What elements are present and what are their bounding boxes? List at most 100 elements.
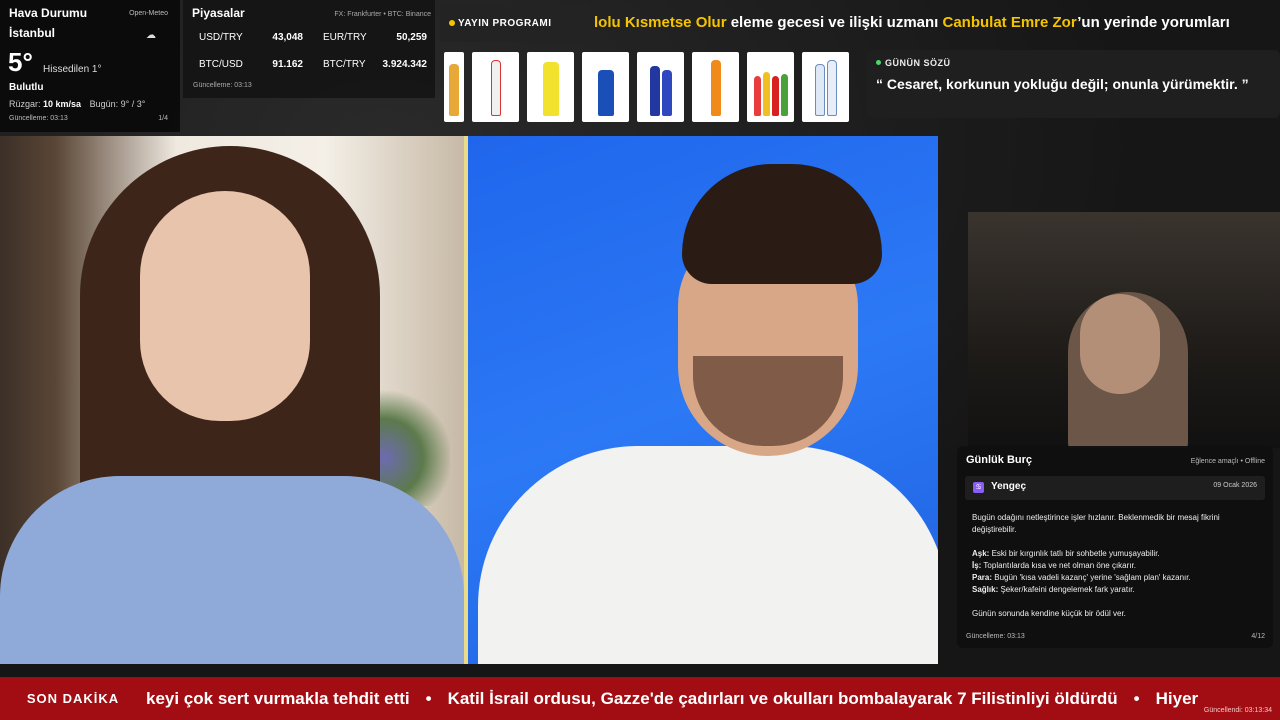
- schedule-marquee: lolu Kısmetse Olur eleme gecesi ve ilişk…: [594, 14, 1280, 34]
- wind-label: Rüzgar:: [9, 99, 41, 109]
- horoscope-money: Para: Bugün 'kısa vadeli kazanç' yerine …: [972, 572, 1262, 584]
- horoscope-date: 09 Ocak 2026: [1213, 482, 1257, 489]
- news-updated: Güncellendi: 03:13:34: [1203, 707, 1272, 714]
- streamer-webcam: [968, 212, 1280, 448]
- can-shape: [597, 70, 614, 116]
- bottle-shape: [710, 60, 721, 116]
- weather-page-indicator: 1/4: [158, 115, 168, 122]
- news-item: Katil İsrail ordusu, Gazze'de çadırları …: [447, 689, 1118, 708]
- market-label: EUR/TRY: [323, 32, 367, 43]
- love-text: Eski bir kırgınlık tatlı bir sohbetle yu…: [989, 549, 1160, 558]
- breaking-news-bar: SON DAKİKA keyi çok sert vurmakla tehdit…: [0, 677, 1280, 720]
- news-item: Hiyer: [1155, 689, 1199, 708]
- markets-widget: Piyasalar FX: Frankfurter • BTC: Binance…: [183, 0, 435, 98]
- quote-of-the-day: GÜNÜN SÖZÜ “ Cesaret, korkunun yokluğu d…: [866, 50, 1280, 118]
- bottle-shape: [449, 64, 459, 116]
- market-row: EUR/TRY 50,259: [323, 32, 427, 43]
- marquee-highlight-guest: Canbulat Emre Zor: [942, 14, 1078, 31]
- video-feed-right: [468, 136, 938, 664]
- market-value: 91.162: [272, 59, 303, 70]
- weather-widget: Hava Durumu Open-Meteo İstanbul ☁ 5° His…: [0, 0, 180, 132]
- weather-updated: Güncelleme: 03:13: [9, 115, 68, 122]
- product-image: [637, 52, 684, 122]
- cloud-icon: ☁: [146, 30, 156, 41]
- bottle-shape: [753, 76, 761, 116]
- product-image: [444, 52, 464, 122]
- zodiac-icon: ♋: [973, 482, 984, 493]
- market-label: USD/TRY: [199, 32, 243, 43]
- bottle-shape: [771, 76, 779, 116]
- weather-source: Open-Meteo: [129, 10, 168, 17]
- person-shirt: [0, 476, 464, 664]
- wind-value: 10 km/sa: [43, 99, 82, 109]
- market-row: BTC/USD 91.162: [199, 59, 303, 70]
- marquee-highlight-show: lolu Kısmetse Olur: [594, 14, 727, 31]
- marquee-text: eleme gecesi ve ilişki uzmanı: [726, 14, 943, 31]
- weather-wind: Rüzgar: 10 km/sa Bugün: 9° / 3°: [9, 99, 145, 109]
- news-separator: •: [425, 689, 432, 708]
- bottle-shape: [542, 62, 559, 116]
- market-row: BTC/TRY 3.924.342: [323, 59, 427, 70]
- market-value: 43,048: [272, 32, 303, 43]
- news-item: keyi çok sert vurmakla tehdit etti: [146, 689, 410, 708]
- bottle-shape: [814, 64, 825, 116]
- market-row: USD/TRY 43,048: [199, 32, 303, 43]
- markets-updated: Güncelleme: 03:13: [193, 82, 252, 89]
- horoscope-updated: Güncelleme: 03:13: [966, 633, 1025, 640]
- bottle-shape: [762, 72, 770, 116]
- weather-temperature: 5°: [8, 47, 33, 77]
- horoscope-closing: Günün sonunda kendine küçük bir ödül ver…: [972, 609, 1126, 618]
- news-separator: •: [1133, 689, 1140, 708]
- product-image: [527, 52, 574, 122]
- streamer-head: [1080, 294, 1160, 394]
- zodiac-sign: Yengeç: [991, 481, 1027, 492]
- product-image: [582, 52, 629, 122]
- breaking-news-label: SON DAKİKA: [26, 691, 120, 706]
- money-text: Bugün 'kısa vadeli kazanç' yerine 'sağla…: [992, 573, 1191, 582]
- today-label: Bugün:: [89, 99, 119, 109]
- bottle-shape: [780, 74, 788, 116]
- schedule-text: YAYIN PROGRAMI: [458, 17, 552, 29]
- horoscope-body: Bugün odağını netleştirince işler hızlan…: [972, 512, 1262, 620]
- person-face: [140, 191, 310, 421]
- market-label: BTC/USD: [199, 59, 243, 70]
- broadcast-schedule-label: YAYIN PROGRAMI: [440, 4, 590, 42]
- news-ticker: keyi çok sert vurmakla tehdit etti • Katil…: [146, 677, 1280, 720]
- health-text: Şeker/kafeini dengelemek fark yaratır.: [998, 585, 1135, 594]
- bottle-shape: [826, 60, 837, 116]
- horoscope-work: İş: Toplantılarda kısa ve net olman öne …: [972, 560, 1262, 572]
- bottle-shape: [649, 66, 660, 116]
- marquee-text-end: ’un yerinde yorumları: [1077, 14, 1230, 31]
- horoscope-health: Sağlık: Şeker/kafeini dengelemek fark ya…: [972, 584, 1262, 596]
- today-value: 9° / 3°: [120, 99, 146, 109]
- health-label: Sağlık:: [972, 585, 999, 594]
- market-value: 3.924.342: [382, 59, 428, 70]
- bottle-shape: [661, 70, 672, 116]
- quote-label: GÜNÜN SÖZÜ: [876, 58, 1270, 68]
- love-label: Aşk:: [972, 549, 990, 558]
- bottle-shape: [490, 60, 501, 116]
- sponsor-product-strip: [444, 52, 850, 122]
- horoscope-page-indicator: 4/12: [1251, 633, 1265, 640]
- live-dot-icon: [449, 20, 455, 26]
- quote-text: “ Cesaret, korkunun yokluğu değil; onunl…: [876, 76, 1249, 92]
- horoscope-sign-card: ♋ Yengeç 09 Ocak 2026: [965, 476, 1265, 500]
- horoscope-meta: Eğlence amaçlı • Offline: [1190, 458, 1265, 465]
- weather-condition: Bulutlu: [9, 82, 44, 93]
- weather-feels-like: Hissedilen 1°: [43, 64, 102, 75]
- market-value: 50,259: [396, 32, 427, 43]
- video-feed-left: [0, 136, 464, 664]
- horoscope-intro: Bugün odağını netleştirince işler hızlan…: [972, 513, 1220, 534]
- product-image: [747, 52, 794, 122]
- market-label: BTC/TRY: [323, 59, 366, 70]
- product-image: [802, 52, 849, 122]
- markets-source: FX: Frankfurter • BTC: Binance: [334, 11, 431, 18]
- work-label: İş:: [972, 561, 982, 570]
- person-shirt: [478, 446, 938, 664]
- money-label: Para:: [972, 573, 993, 582]
- product-image: [472, 52, 519, 122]
- person-hair: [682, 164, 882, 284]
- horoscope-love: Aşk: Eski bir kırgınlık tatlı bir sohbet…: [972, 548, 1262, 560]
- product-image: [692, 52, 739, 122]
- horoscope-widget: Günlük Burç Eğlence amaçlı • Offline ♋ Y…: [957, 446, 1273, 648]
